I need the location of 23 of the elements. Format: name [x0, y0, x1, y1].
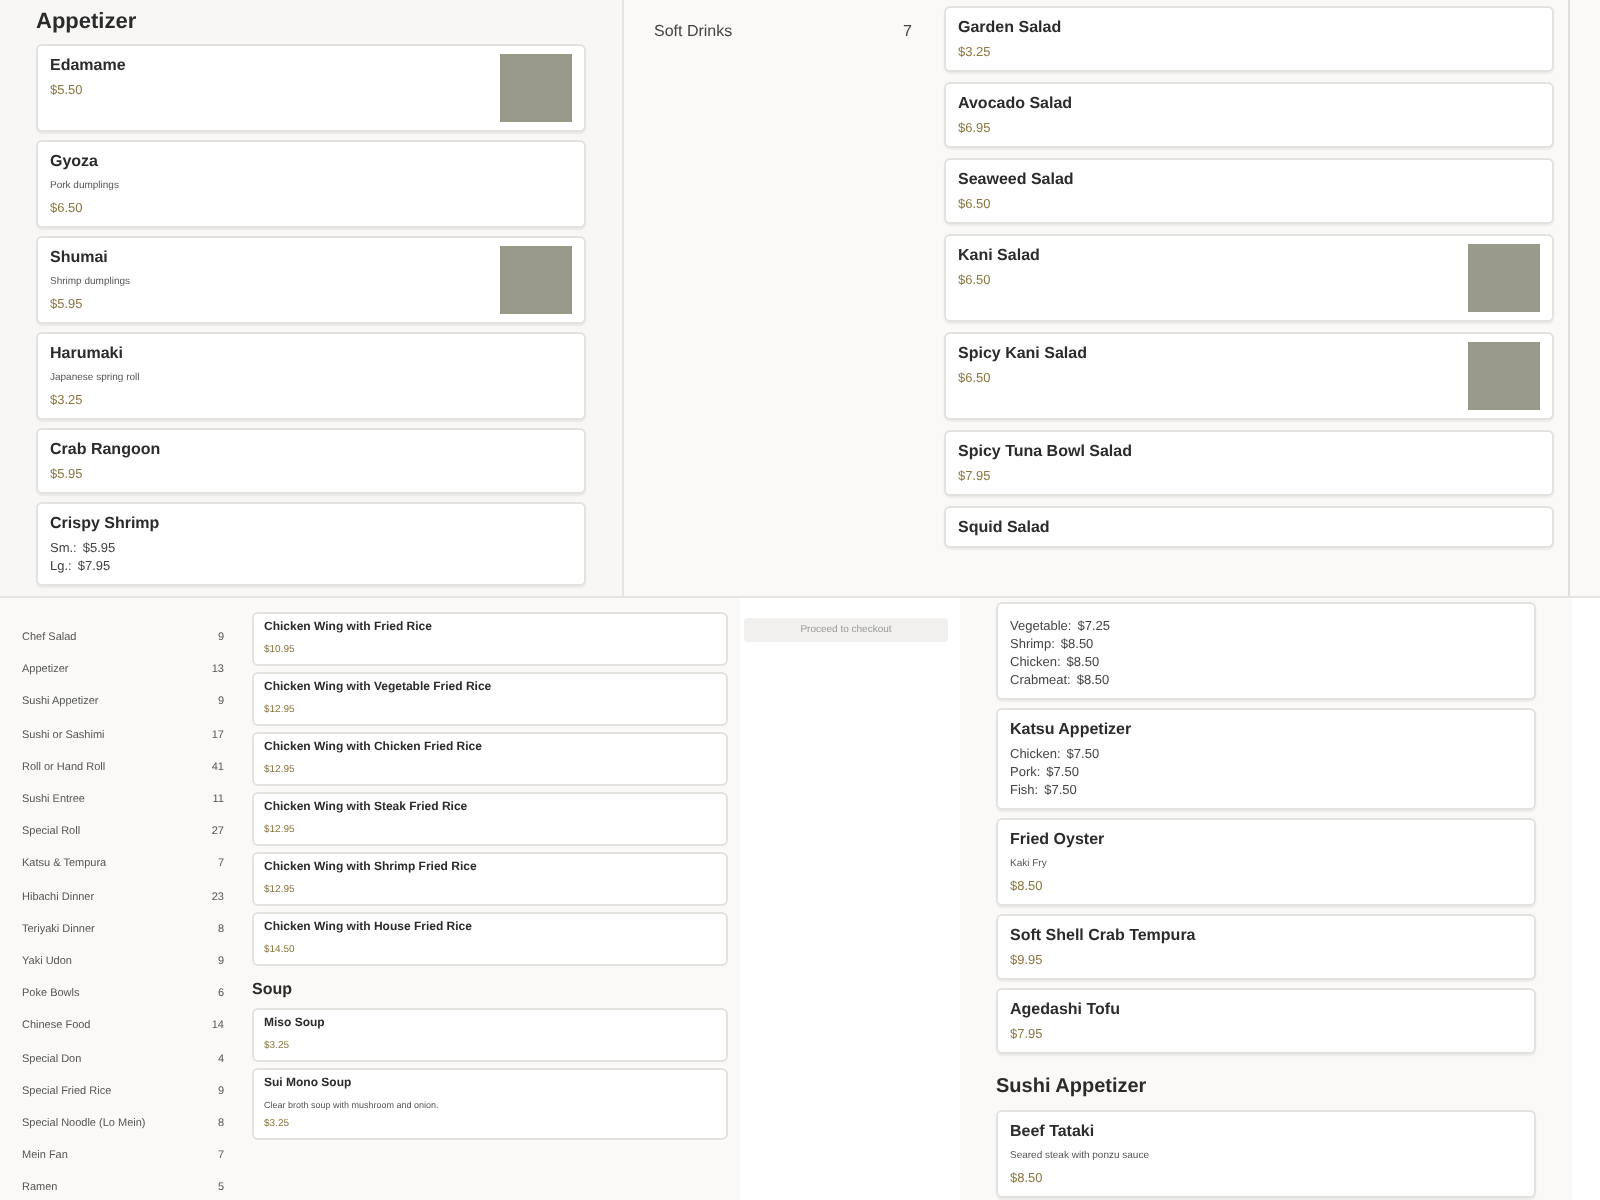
item-name: Agedashi Tofu [1010, 998, 1120, 1020]
item-name: Garden Salad [958, 16, 1062, 38]
item-name: Seaweed Salad [958, 168, 1074, 190]
item-name: Spicy Tuna Bowl Salad [958, 440, 1132, 462]
item-name: Soft Shell Crab Tempura [1010, 924, 1196, 946]
section-heading: Soup [252, 978, 294, 1002]
section-heading: Sushi Appetizer [996, 1074, 1149, 1102]
category-item[interactable]: Soft Drinks 7 [654, 20, 912, 44]
item-name: Beef Tataki [1010, 1120, 1097, 1142]
item-name: Shumai [50, 246, 110, 268]
item-name: Gyoza [50, 150, 101, 172]
item-name: Squid Salad [958, 516, 1050, 538]
item-name: Harumaki [50, 342, 125, 364]
item-name: Crab Rangoon [50, 438, 161, 460]
item-name: Kani Salad [958, 244, 1040, 266]
item-name: Crispy Shrimp [50, 512, 160, 534]
item-name: Edamame [50, 54, 126, 76]
item-name: Katsu Appetizer [1010, 718, 1132, 740]
item-name: Avocado Salad [958, 92, 1073, 114]
section-heading: Appetizer [36, 8, 139, 36]
item-name: Fried Oyster [1010, 828, 1105, 850]
item-name: Spicy Kani Salad [958, 342, 1087, 364]
menu-item-card[interactable]: Squid Salad [944, 506, 1554, 548]
